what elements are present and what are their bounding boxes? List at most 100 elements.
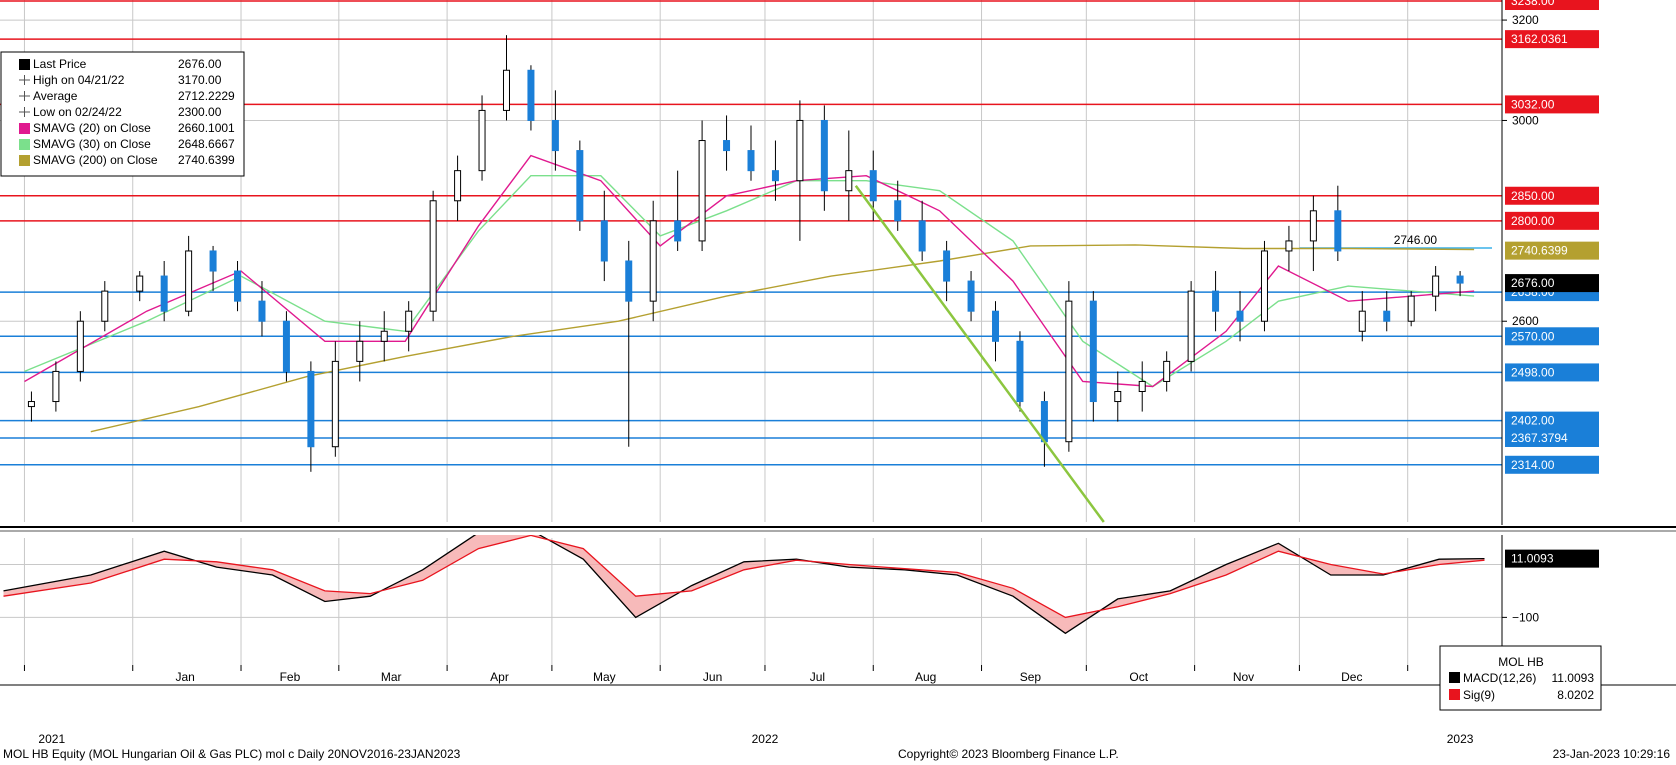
- level-tag-label: 3238.00: [1511, 0, 1555, 8]
- candle-body: [625, 260, 633, 302]
- candle-body: [1016, 340, 1024, 403]
- candle-body: [723, 140, 731, 152]
- x-tick-label: Aug: [915, 670, 936, 684]
- legend-label: Low on 02/24/22: [33, 105, 122, 119]
- candle-body: [1383, 310, 1391, 322]
- candle-body: [1040, 401, 1048, 443]
- annotation-label: 2746.00: [1394, 233, 1438, 247]
- x-tick-label: Jun: [703, 670, 722, 684]
- candle-body: [551, 119, 559, 152]
- candle-body: [1334, 210, 1342, 252]
- candle-body: [52, 370, 60, 403]
- legend-swatch: [19, 59, 30, 70]
- candle-body: [845, 170, 853, 192]
- chart-canvas: 3200 3000 2600 −100 Jan Feb Mar Apr May Jun Jul Aug…: [0, 0, 1676, 746]
- candle-body: [1114, 391, 1122, 403]
- side-tag-label: 2676.00: [1511, 276, 1555, 290]
- candle-body: [1089, 300, 1097, 403]
- legend-label: MACD(12,26): [1463, 671, 1536, 685]
- macd-legend-title: MOL HB: [1498, 655, 1544, 669]
- legend-value: 3170.00: [178, 73, 222, 87]
- legend-label: SMAVG (30) on Close: [33, 137, 151, 151]
- candle-body: [282, 320, 290, 372]
- candle-body: [1138, 380, 1146, 393]
- moving-averages: [24, 154, 1475, 433]
- legend-label: SMAVG (200) on Close: [33, 153, 158, 167]
- legend-swatch: [19, 123, 30, 134]
- candle-body: [1358, 310, 1366, 332]
- x-tick-label: Oct: [1129, 670, 1148, 684]
- x-tick-label: Dec: [1341, 670, 1362, 684]
- y-tick-label: 2600: [1512, 314, 1539, 328]
- x-year-label: 2023: [1447, 732, 1474, 746]
- candle-body: [967, 280, 975, 312]
- candle-body: [185, 250, 193, 312]
- legend-value: 2300.00: [178, 105, 222, 119]
- legend-label: Last Price: [33, 57, 87, 71]
- candle-body: [27, 401, 35, 408]
- y-tick-label: 3000: [1512, 113, 1539, 127]
- level-tag-label: 2402.00: [1511, 414, 1555, 428]
- level-tag-label: 2850.00: [1511, 189, 1555, 203]
- macd-legend: MOL HB MACD(12,26) 11.0093 Sig(9) 8.0202: [1439, 645, 1602, 711]
- price-tags: 3238.003162.03613032.002850.002800.00265…: [1394, 0, 1599, 568]
- legend-label: Sig(9): [1463, 688, 1495, 702]
- legend-value: 2660.1001: [178, 121, 235, 135]
- candle-body: [1187, 290, 1195, 362]
- candle-body: [674, 220, 682, 242]
- legend-value: 2712.2229: [178, 89, 235, 103]
- legend-label: High on 04/21/22: [33, 73, 125, 87]
- candle-body: [1407, 295, 1415, 322]
- candle-body: [527, 69, 535, 121]
- footer-right: 23-Jan-2023 10:29:16: [1552, 747, 1670, 761]
- legend-swatch: [1449, 672, 1460, 683]
- legend-swatch: [19, 155, 30, 166]
- candle-body: [796, 119, 804, 182]
- y-tick-label: 3200: [1512, 13, 1539, 27]
- candle-body: [869, 170, 877, 202]
- candle-body: [918, 220, 926, 252]
- candle-body: [258, 300, 266, 322]
- candle-body: [820, 119, 828, 192]
- legend-swatch: [19, 139, 30, 150]
- legend-value: 2676.00: [178, 57, 222, 71]
- candle-body: [992, 310, 1000, 342]
- candle-body: [502, 69, 510, 111]
- candle-body: [1212, 290, 1220, 312]
- x-tick-label: Jul: [810, 670, 825, 684]
- candle-body: [454, 170, 462, 202]
- candle-body: [1432, 275, 1440, 297]
- candle-body: [894, 200, 902, 222]
- x-year-label: 2022: [752, 732, 779, 746]
- footer-left: MOL HB Equity (MOL Hungarian Oil & Gas P…: [3, 747, 461, 761]
- footer-center: Copyright© 2023 Bloomberg Finance L.P.: [898, 747, 1119, 761]
- ma-line: [24, 154, 1475, 388]
- candle-body: [76, 320, 84, 372]
- candle-body: [649, 220, 657, 302]
- legend-value: 2740.6399: [178, 153, 235, 167]
- level-tag-label: 3162.0361: [1511, 32, 1568, 46]
- candle-body: [1285, 240, 1293, 252]
- candle-body: [101, 290, 109, 322]
- candle-body: [1456, 275, 1464, 284]
- candle-body: [943, 250, 951, 282]
- level-tag-label: 2570.00: [1511, 329, 1555, 343]
- candle-body: [1236, 310, 1244, 322]
- price-legend: Last Price 2676.00 High on 04/21/22 3170.00…: [0, 51, 245, 177]
- ma-line: [24, 175, 1475, 388]
- level-tag-label: 2800.00: [1511, 214, 1555, 228]
- legend-value: 11.0093: [1552, 671, 1595, 685]
- legend-swatch: [1449, 689, 1460, 700]
- candle-body: [234, 270, 242, 302]
- candle-body: [771, 170, 779, 182]
- candle-body: [1163, 360, 1171, 382]
- macd-line: [3, 534, 1485, 619]
- legend-label: SMAVG (20) on Close: [33, 121, 151, 135]
- x-year-label: 2021: [38, 732, 65, 746]
- level-tag-label: 2498.00: [1511, 365, 1555, 379]
- x-tick-label: May: [593, 670, 616, 684]
- candle-body: [356, 340, 364, 362]
- level-tag-label: 3032.00: [1511, 97, 1555, 111]
- candle-body: [160, 275, 168, 312]
- legend-value: 8.0202: [1557, 688, 1594, 702]
